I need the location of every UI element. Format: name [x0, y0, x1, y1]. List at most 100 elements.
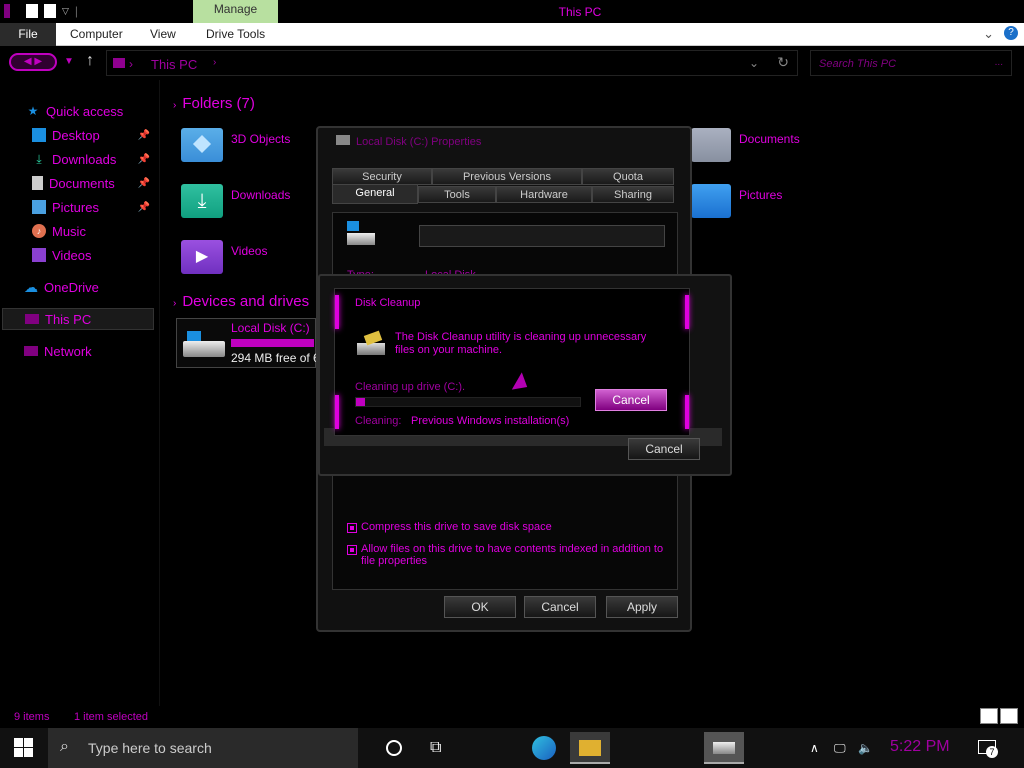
- up-arrow-icon[interactable]: ↑: [86, 52, 94, 70]
- help-icon[interactable]: ?: [1004, 26, 1018, 40]
- computer-icon: [25, 314, 39, 324]
- sidebar-item-label: Downloads: [52, 151, 117, 167]
- search-placeholder: Search This PC: [819, 58, 897, 70]
- star-icon: ★: [27, 104, 39, 118]
- address-row: ◀ ▶ ▼ ↑ › This PC › ⌄ ↻ Search This PC .…: [0, 46, 1024, 80]
- music-icon: ♪: [32, 224, 46, 238]
- cancel-button[interactable]: Cancel: [524, 596, 596, 618]
- sidebar-item-network[interactable]: Network: [24, 340, 158, 362]
- folder-3d-objects[interactable]: 3D Objects: [181, 128, 290, 162]
- address-bar[interactable]: › This PC › ⌄ ↻: [106, 50, 798, 76]
- cancel-button-behind[interactable]: Cancel: [628, 438, 700, 460]
- volume-muted-icon[interactable]: 🔈: [858, 736, 882, 760]
- folder-videos[interactable]: ▶ Videos: [181, 240, 267, 274]
- sidebar-item-downloads[interactable]: ⤓ Downloads 📌: [32, 148, 158, 170]
- sidebar-item-this-pc[interactable]: This PC: [2, 308, 154, 330]
- notification-center-icon[interactable]: 7: [976, 736, 1000, 760]
- sidebar-item-videos[interactable]: Videos: [32, 244, 158, 266]
- ribbon: File Computer View Drive Tools ⌄ ?: [0, 23, 1024, 46]
- compress-label: Compress this drive to save disk space: [361, 521, 552, 533]
- taskbar-search-input[interactable]: ⌕ Type here to search: [48, 728, 358, 768]
- cleanup-progress-bar: [355, 397, 581, 407]
- document-icon: [32, 176, 43, 190]
- dialog-title: Local Disk (C:) Properties: [356, 136, 482, 148]
- tab-sharing[interactable]: Sharing: [592, 186, 674, 203]
- cleaning-drive-label: Cleaning up drive (C:).: [355, 381, 466, 393]
- folder-downloads[interactable]: ⤓ Downloads: [181, 184, 290, 218]
- expand-ribbon-icon[interactable]: ⌄: [983, 26, 994, 42]
- pin-icon[interactable]: 📌: [138, 154, 150, 165]
- title-bar: ▽ | Manage This PC: [0, 0, 1024, 23]
- folder-label: Videos: [231, 244, 268, 258]
- disk-cleanup-dialog: Disk Cleanup The Disk Cleanup utility is…: [334, 288, 690, 436]
- tab-security[interactable]: Security: [332, 168, 432, 185]
- devices-group-header[interactable]: › Devices and drives: [173, 293, 309, 310]
- pin-icon[interactable]: 📌: [138, 202, 150, 213]
- compress-checkbox[interactable]: Compress this drive to save disk space: [347, 521, 552, 533]
- folder-pictures[interactable]: Pictures: [691, 184, 782, 218]
- window-title: This PC: [558, 5, 602, 19]
- folder-label: 3D Objects: [231, 132, 291, 146]
- index-checkbox[interactable]: Allow files on this drive to have conten…: [347, 543, 667, 567]
- index-label: Allow files on this drive to have conten…: [361, 543, 664, 567]
- sidebar-item-desktop[interactable]: Desktop 📌: [32, 124, 158, 146]
- cloud-icon: ☁: [24, 279, 38, 295]
- sidebar-item-label: This PC: [45, 311, 92, 327]
- pin-icon[interactable]: 📌: [138, 130, 150, 141]
- cortana-icon[interactable]: [382, 736, 406, 760]
- drive-name: Local Disk (C:): [231, 321, 310, 335]
- tab-file[interactable]: File: [0, 23, 56, 46]
- details-view-icon[interactable]: [980, 708, 998, 724]
- drive-tile-c[interactable]: Local Disk (C:) 294 MB free of 6: [176, 318, 320, 368]
- drive-label-input[interactable]: [419, 225, 665, 247]
- checkbox-icon[interactable]: [347, 545, 357, 555]
- item-count: 9 items: [14, 711, 50, 723]
- tab-hardware[interactable]: Hardware: [496, 186, 592, 203]
- breadcrumb-chevron-icon[interactable]: ›: [213, 57, 216, 68]
- dialog-title: Disk Cleanup: [355, 297, 421, 309]
- file-explorer-taskbar-icon[interactable]: [570, 732, 610, 764]
- folder-documents[interactable]: Documents: [691, 128, 800, 162]
- edge-browser-icon[interactable]: [532, 736, 556, 760]
- back-forward-buttons[interactable]: ◀ ▶: [9, 53, 57, 71]
- search-icon: ...: [994, 57, 1003, 68]
- apply-button[interactable]: Apply: [606, 596, 678, 618]
- pin-icon[interactable]: 📌: [138, 178, 150, 189]
- cancel-button[interactable]: Cancel: [595, 389, 667, 411]
- chevron-icon: ›: [173, 298, 177, 309]
- tab-drive-tools[interactable]: Drive Tools: [206, 23, 265, 46]
- taskbar-clock[interactable]: 5:22 PM: [890, 738, 950, 756]
- search-input[interactable]: Search This PC ...: [810, 50, 1012, 76]
- navigation-pane: ★ Quick access Desktop 📌 ⤓ Downloads 📌 D…: [0, 80, 160, 706]
- sidebar-item-pictures[interactable]: Pictures 📌: [32, 196, 158, 218]
- disk-cleanup-taskbar-icon[interactable]: [704, 732, 744, 764]
- address-path[interactable]: This PC: [151, 57, 197, 72]
- task-view-icon[interactable]: ⧉: [430, 736, 454, 760]
- tab-computer[interactable]: Computer: [70, 23, 123, 46]
- sidebar-item-music[interactable]: ♪ Music: [32, 220, 158, 242]
- sidebar-item-label: Music: [52, 223, 86, 239]
- refresh-icon[interactable]: ↻: [777, 54, 789, 71]
- tab-previous-versions[interactable]: Previous Versions: [432, 168, 582, 185]
- ok-button[interactable]: OK: [444, 596, 516, 618]
- pictures-icon: [32, 200, 46, 214]
- tab-tools[interactable]: Tools: [418, 186, 496, 203]
- large-icons-view-icon[interactable]: [1000, 708, 1018, 724]
- recent-locations-icon[interactable]: ▼: [64, 56, 74, 67]
- checkbox-icon[interactable]: [347, 523, 357, 533]
- chevron-down-icon[interactable]: ⌄: [749, 56, 759, 70]
- disk-cleanup-icon: [357, 330, 387, 359]
- folders-group-header[interactable]: › Folders (7): [173, 95, 255, 112]
- folder-label: Documents: [739, 132, 800, 146]
- tab-quota[interactable]: Quota: [582, 168, 674, 185]
- tab-view[interactable]: View: [150, 23, 176, 46]
- tab-general[interactable]: General: [332, 184, 418, 204]
- notification-count-badge: 7: [986, 746, 998, 758]
- network-status-icon[interactable]: 🖵: [834, 736, 858, 760]
- desktop-icon: [32, 128, 46, 142]
- breadcrumb-separator: ›: [129, 57, 133, 71]
- show-hidden-icons-chevron-icon[interactable]: ∧: [810, 736, 834, 760]
- sidebar-item-onedrive[interactable]: ☁ OneDrive: [24, 276, 158, 298]
- windows-start-icon[interactable]: [14, 738, 34, 758]
- sidebar-item-documents[interactable]: Documents 📌: [32, 172, 158, 194]
